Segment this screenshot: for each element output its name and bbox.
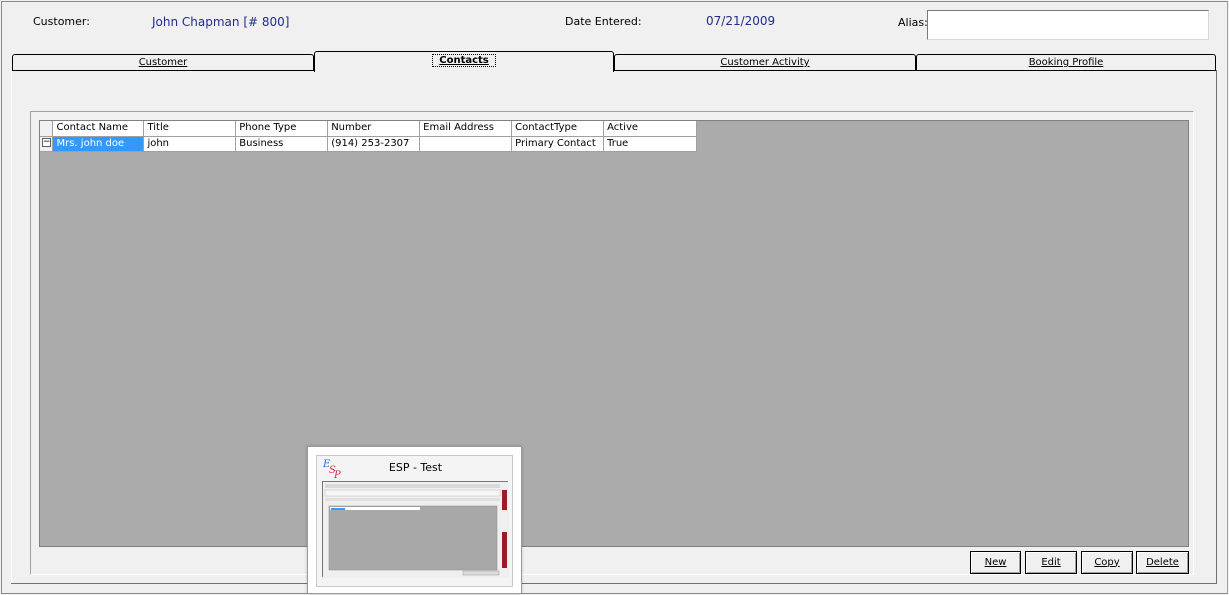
cell-number[interactable]: (914) 253-2307 <box>327 136 421 152</box>
tab-customer-label: Customer <box>138 57 188 68</box>
column-header-email-address[interactable]: Email Address <box>419 121 513 137</box>
panel-border-left <box>11 70 12 584</box>
date-entered-value: 07/21/2009 <box>706 14 776 28</box>
contacts-table[interactable]: Contact Name Title Phone Type Number Ema… <box>40 121 697 152</box>
column-header-contact-type[interactable]: ContactType <box>511 121 605 137</box>
column-header-active[interactable]: Active <box>603 121 697 137</box>
alias-label: Alias: <box>898 16 928 29</box>
cell-email-address[interactable] <box>419 136 513 152</box>
cell-contact-name[interactable]: Mrs. john doe <box>52 136 145 152</box>
new-button-label: New <box>984 556 1007 568</box>
table-header-row: Contact Name Title Phone Type Number Ema… <box>40 121 697 137</box>
thumbnail-screenshot <box>322 481 509 578</box>
copy-button[interactable]: Copy <box>1081 551 1133 574</box>
edit-button[interactable]: Edit <box>1025 551 1077 574</box>
contacts-grid[interactable] <box>39 120 1189 547</box>
row-indicator-header <box>40 121 54 137</box>
column-header-phone-type[interactable]: Phone Type <box>235 121 329 137</box>
cell-phone-type[interactable]: Business <box>235 136 329 152</box>
tab-customer-activity[interactable]: Customer Activity <box>614 54 916 71</box>
delete-button-label: Delete <box>1146 556 1179 568</box>
tab-booking-profile[interactable]: Booking Profile <box>916 54 1216 71</box>
date-entered-label: Date Entered: <box>565 15 642 28</box>
customer-value: John Chapman [# 800] <box>152 15 290 29</box>
tab-contacts[interactable]: Contacts <box>314 51 614 72</box>
taskbar-thumbnail-preview[interactable]: E S P ESP - Test <box>307 446 522 594</box>
table-row[interactable]: − Mrs. john doe john Business (914) 253-… <box>40 136 697 152</box>
panel-border-right <box>1216 70 1217 584</box>
delete-button[interactable]: Delete <box>1136 551 1189 574</box>
panel-border-bottom <box>11 583 1217 584</box>
tab-customer-activity-label: Customer Activity <box>720 57 810 68</box>
tab-customer[interactable]: Customer <box>12 54 314 71</box>
thumbnail-title: ESP - Test <box>388 461 443 474</box>
column-header-contact-name[interactable]: Contact Name <box>52 121 145 137</box>
cell-active[interactable]: True <box>603 136 697 152</box>
copy-button-label: Copy <box>1094 556 1120 568</box>
column-header-title[interactable]: Title <box>143 121 237 137</box>
column-header-number[interactable]: Number <box>327 121 421 137</box>
edit-button-label: Edit <box>1041 556 1061 568</box>
customer-label: Customer: <box>33 15 90 28</box>
tab-booking-profile-label: Booking Profile <box>1028 57 1104 68</box>
cell-title[interactable]: john <box>143 136 237 152</box>
row-expander[interactable]: − <box>40 136 54 152</box>
alias-input[interactable] <box>927 10 1209 40</box>
cell-contact-type[interactable]: Primary Contact <box>511 136 605 152</box>
new-button[interactable]: New <box>970 551 1021 574</box>
tab-contacts-label: Contacts <box>439 55 489 66</box>
tab-panel-border <box>11 70 1217 71</box>
collapse-icon[interactable]: − <box>42 138 51 147</box>
